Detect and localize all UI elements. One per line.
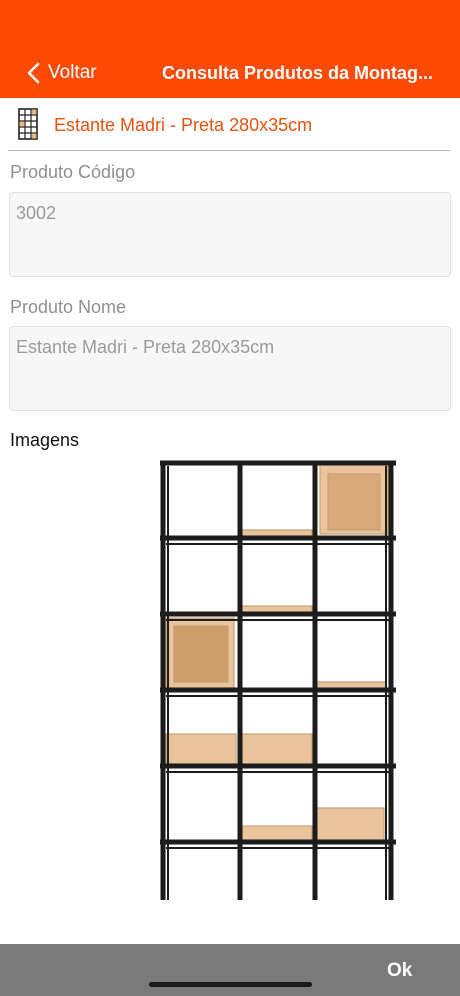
product-header: Estante Madri - Preta 280x35cm (0, 104, 460, 148)
product-title: Estante Madri - Preta 280x35cm (54, 115, 313, 135)
nome-field[interactable]: Estante Madri - Preta 280x35cm (9, 326, 451, 411)
codigo-field[interactable]: 3002 (9, 192, 451, 277)
footer-bar: Ok (0, 944, 460, 996)
nome-value: Estante Madri - Preta 280x35cm (16, 337, 275, 357)
back-label: Voltar (48, 62, 97, 83)
images-label: Imagens (10, 430, 80, 450)
codigo-label: Produto Código (10, 162, 136, 182)
product-image[interactable] (160, 460, 396, 902)
codigo-value: 3002 (16, 203, 57, 223)
chevron-left-icon (27, 62, 40, 84)
back-button[interactable]: Voltar (26, 62, 97, 84)
navigation-bar: Voltar Consulta Produtos da Montag... (0, 0, 460, 98)
ok-button[interactable]: Ok (387, 960, 412, 982)
page-title: Consulta Produtos da Montag... (162, 63, 433, 83)
home-indicator[interactable] (149, 982, 312, 987)
divider (8, 150, 450, 151)
nome-label: Produto Nome (10, 297, 127, 317)
shelf-icon (18, 108, 38, 140)
